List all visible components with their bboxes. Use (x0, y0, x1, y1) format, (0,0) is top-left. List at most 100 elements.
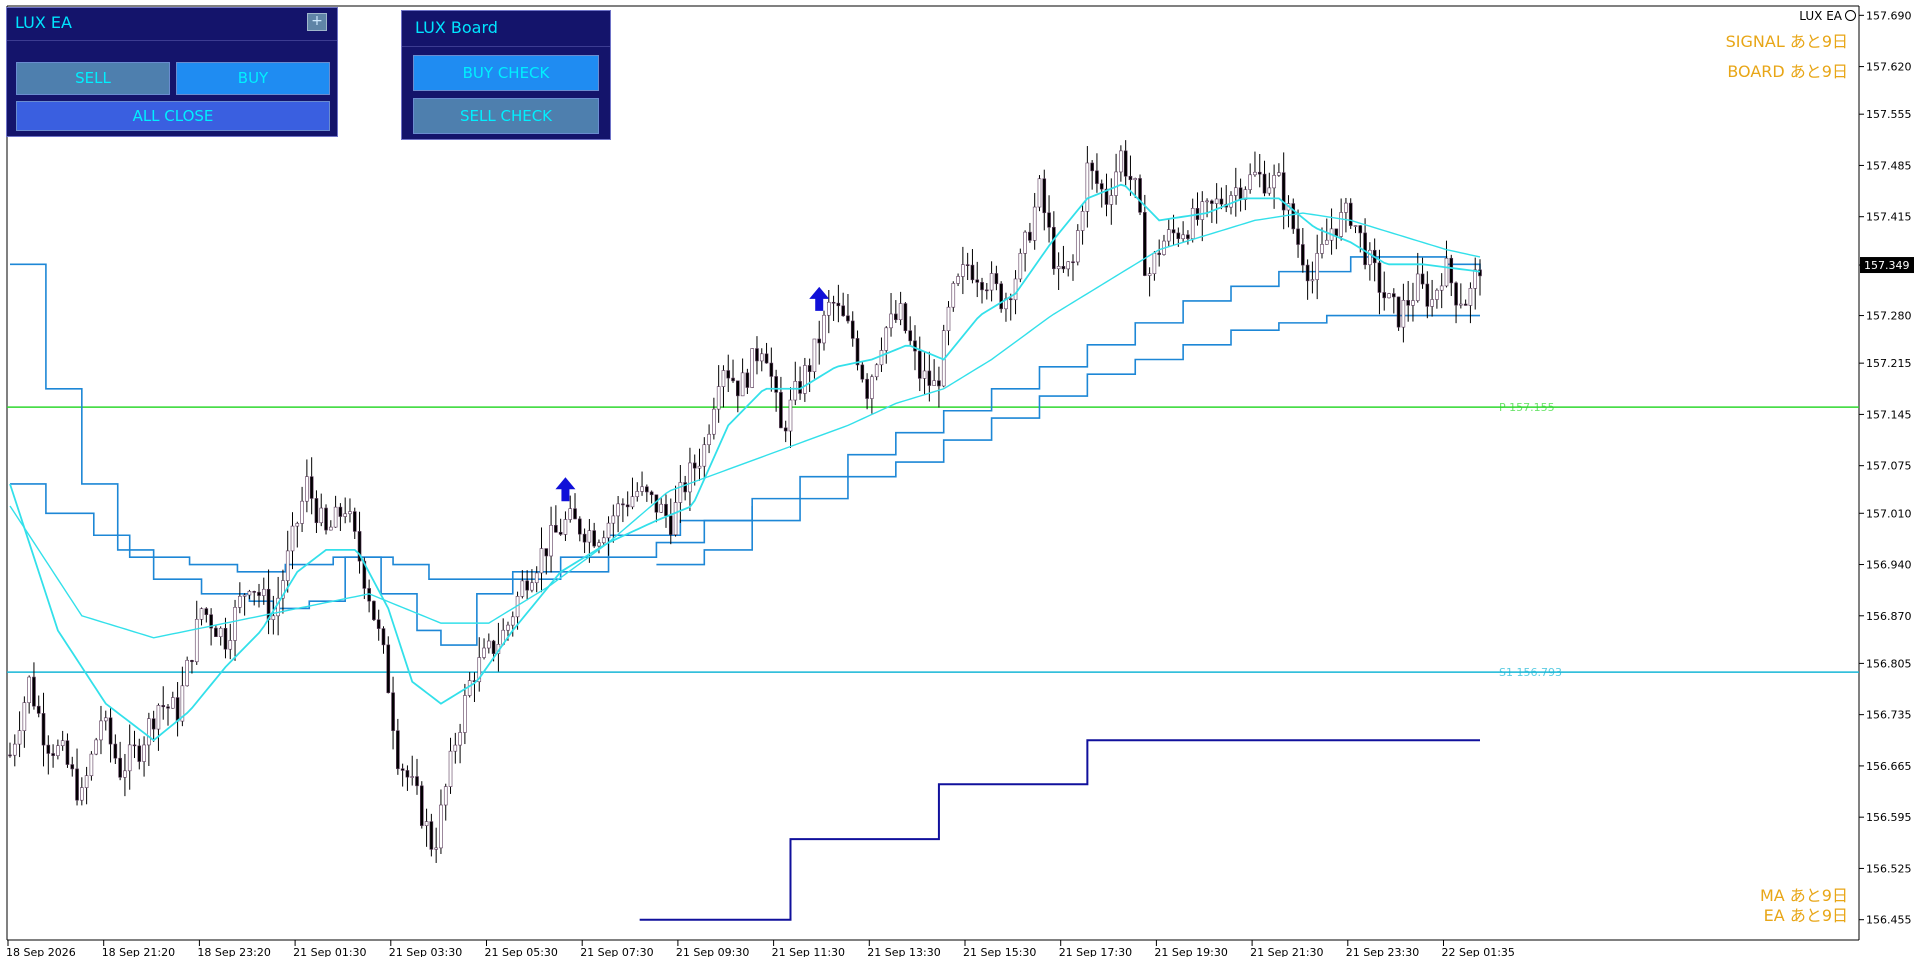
candle-body (257, 591, 261, 596)
ea-brand-label: LUX EA (1799, 9, 1856, 23)
candle-body (372, 600, 376, 621)
candle-body (544, 548, 549, 557)
x-tick-label: 18 Sep 23:20 (197, 946, 270, 957)
candle-body (400, 768, 405, 771)
candle-body (1090, 162, 1094, 172)
x-tick-label: 21 Sep 09:30 (676, 946, 749, 957)
candle-body (999, 283, 1003, 310)
candle-body (621, 503, 625, 506)
candle-body (1176, 232, 1181, 240)
candle-body (1324, 239, 1329, 245)
panel-divider (7, 40, 337, 41)
candle-body (1430, 299, 1434, 307)
candle-body (1023, 231, 1027, 254)
candle-body (1468, 288, 1473, 306)
candle-body (597, 542, 601, 547)
ea-brand-text: LUX EA (1799, 9, 1842, 23)
candle-body (793, 381, 798, 401)
candle-body (84, 775, 89, 788)
y-tick-label: 157.620 (1866, 61, 1912, 74)
y-tick-label: 157.145 (1866, 408, 1912, 421)
candle-body (12, 743, 17, 756)
candle-body (917, 350, 922, 379)
candle-body (482, 647, 486, 658)
candle-body (410, 776, 415, 778)
candle-body (611, 515, 616, 524)
candle-body (534, 572, 539, 584)
x-tick-label: 18 Sep 2026 (6, 946, 76, 957)
candle-body (1099, 183, 1104, 190)
candle-body (190, 660, 194, 663)
candle-body (927, 370, 932, 386)
candle-body (803, 365, 807, 394)
candle-body (463, 695, 467, 733)
candle-body (295, 523, 300, 527)
x-tick-label: 21 Sep 05:30 (485, 946, 558, 957)
candle-body (884, 327, 889, 351)
candle-body (415, 776, 419, 787)
candle-body (80, 787, 84, 801)
lux-board-title: LUX Board (415, 18, 498, 37)
candle-body (865, 378, 869, 399)
candle-body (846, 315, 850, 322)
candle-body (736, 380, 740, 397)
candle-body (573, 508, 577, 520)
candle-body (103, 717, 108, 722)
sell-button[interactable]: SELL (16, 62, 170, 95)
candle-body (956, 276, 960, 284)
candle-body (1459, 303, 1463, 306)
candle-body (99, 720, 103, 741)
expand-plus-button[interactable]: + (307, 13, 327, 31)
y-tick-label: 157.215 (1866, 357, 1912, 370)
candle-body (1071, 261, 1075, 264)
all-close-button[interactable]: ALL CLOSE (16, 101, 330, 131)
candle-body (688, 462, 692, 493)
candle-body (333, 506, 338, 528)
candle-body (261, 588, 266, 596)
candle-body (223, 627, 228, 650)
candle-body (199, 608, 204, 620)
candle-body (171, 697, 175, 709)
candle-body (1214, 198, 1219, 204)
candle-body (1454, 282, 1458, 306)
x-tick-label: 21 Sep 17:30 (1059, 946, 1132, 957)
candle-body (252, 591, 257, 593)
candle-body (817, 338, 822, 344)
board-status-label: BOARD あと9日 (1727, 62, 1848, 81)
sell-check-button[interactable]: SELL CHECK (413, 98, 599, 134)
candle-body (1133, 178, 1138, 181)
candle-body (305, 476, 309, 502)
buy-button[interactable]: BUY (176, 62, 330, 95)
candle-body (1277, 172, 1281, 176)
y-tick-label: 156.595 (1866, 811, 1912, 824)
candle-body (233, 607, 237, 641)
price-chart[interactable]: P 157.155 S1 156.793 157.690 157.620 157.55… (0, 0, 1914, 959)
candle-body (946, 306, 951, 331)
candle-body (1387, 293, 1391, 299)
y-tick-label: 157.415 (1866, 211, 1912, 224)
candle-body (285, 550, 290, 581)
candle-body (343, 513, 347, 517)
candle-body (247, 591, 252, 596)
candle-body (194, 618, 199, 663)
candle-body (487, 640, 491, 649)
candle-body (238, 595, 242, 608)
candle-body (242, 594, 247, 597)
candle-body (1439, 285, 1444, 291)
x-tick-label: 22 Sep 01:35 (1442, 946, 1515, 957)
candle-body (1320, 244, 1324, 254)
candle-body (874, 364, 879, 378)
x-tick-label: 21 Sep 21:30 (1250, 946, 1323, 957)
candle-body (175, 697, 180, 722)
buy-check-button[interactable]: BUY CHECK (413, 55, 599, 91)
chart-area[interactable]: P 157.155 S1 156.793 157.690 157.620 157.55… (0, 0, 1914, 959)
candle-body (879, 350, 884, 366)
candle-body (1186, 234, 1190, 239)
candle-body (664, 503, 668, 517)
candle-body (779, 392, 783, 429)
candle-body (75, 768, 79, 801)
candle-body (807, 365, 812, 373)
y-tick-label: 156.870 (1866, 610, 1912, 623)
candle-body (94, 739, 98, 755)
candle-body (1415, 273, 1420, 301)
